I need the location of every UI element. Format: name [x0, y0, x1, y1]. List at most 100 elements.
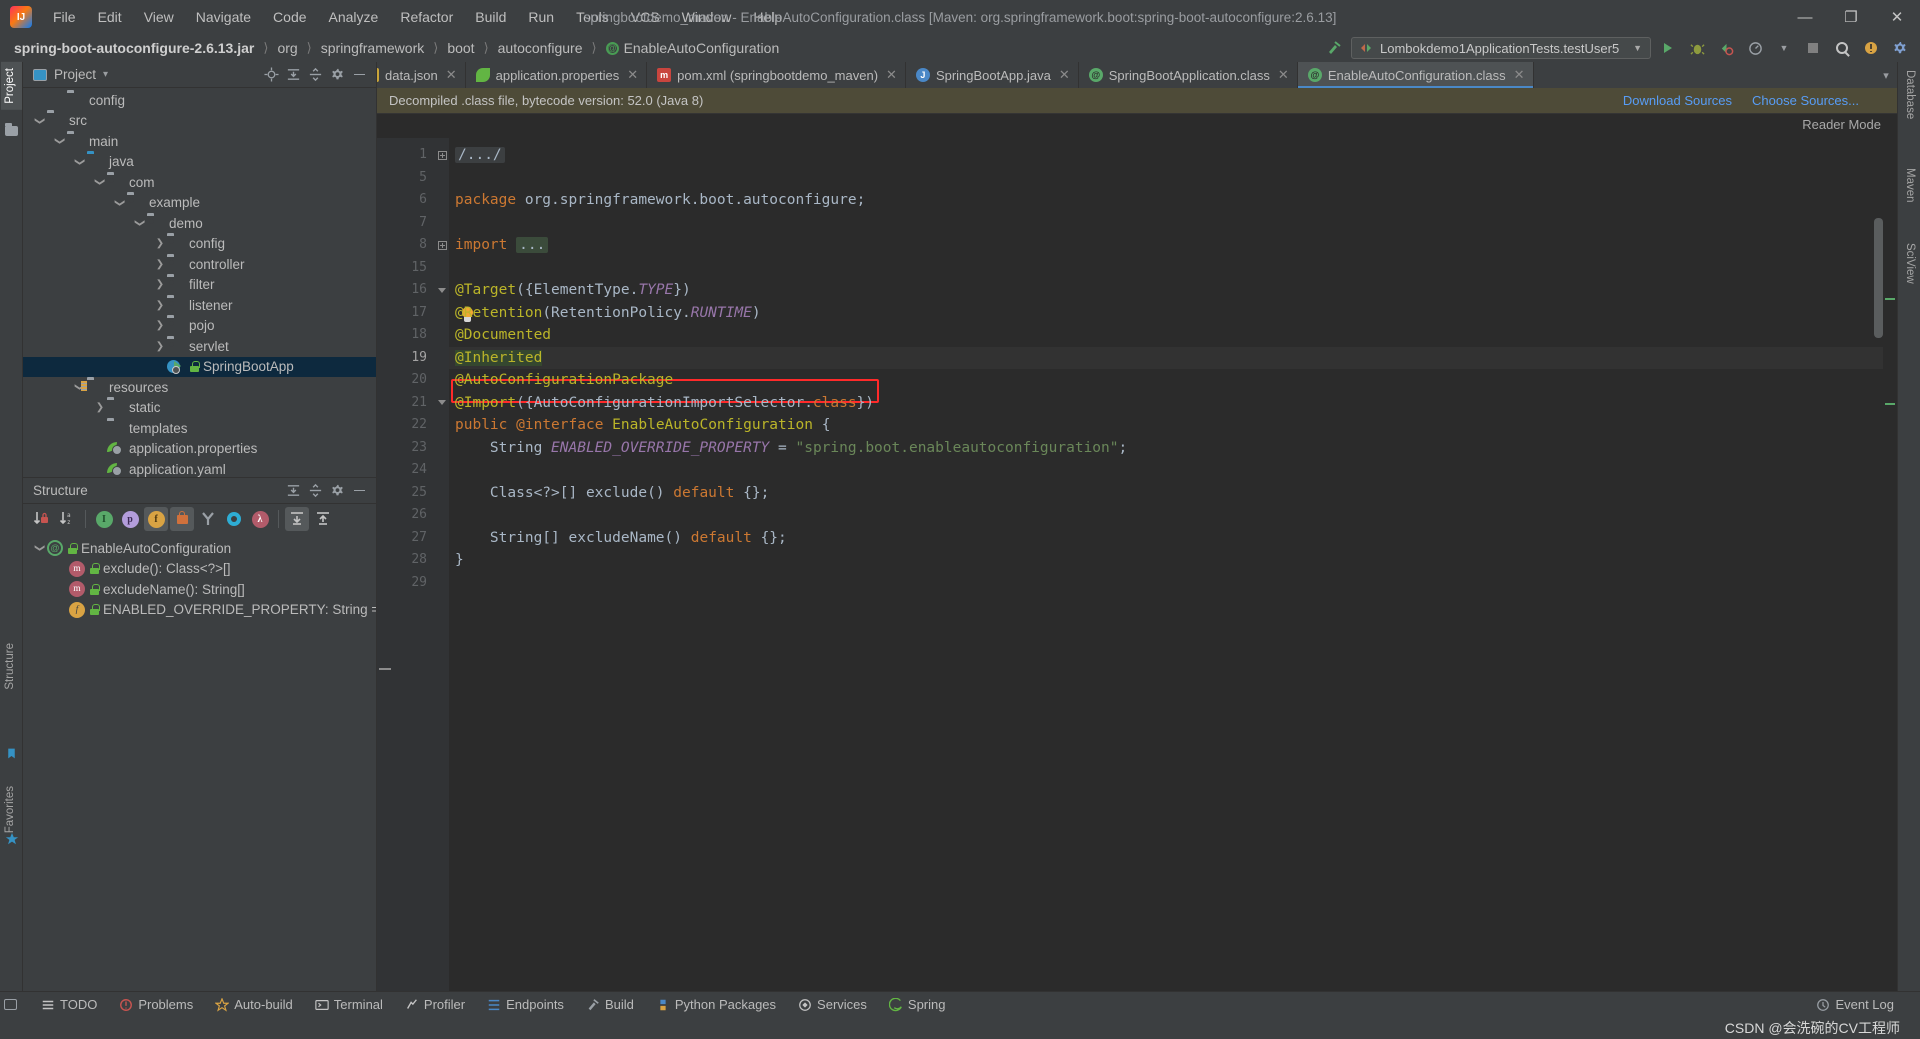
- show-anonymous-icon[interactable]: [196, 507, 220, 531]
- bookmarks-icon[interactable]: [5, 747, 19, 761]
- close-icon[interactable]: ✕: [627, 67, 638, 83]
- close-icon[interactable]: ✕: [1514, 67, 1525, 83]
- tree-node-config[interactable]: config: [23, 90, 376, 111]
- menu-view[interactable]: View: [133, 5, 185, 29]
- menu-code[interactable]: Code: [262, 5, 317, 29]
- menu-refactor[interactable]: Refactor: [389, 5, 464, 29]
- structure-member-tree[interactable]: ❯ @ EnableAutoConfiguration m exclude(): Cla…: [23, 534, 376, 620]
- fold-toggle-icon[interactable]: [435, 279, 449, 302]
- code-line[interactable]: String ENABLED_OVERRIDE_PROPERTY = "spri…: [449, 437, 1897, 460]
- menu-file[interactable]: File: [42, 5, 87, 29]
- sort-by-visibility-icon[interactable]: [29, 507, 53, 531]
- bottom-tab-problems[interactable]: Problems: [108, 994, 204, 1015]
- menu-help[interactable]: Help: [742, 5, 793, 29]
- chevron-right-icon[interactable]: ❯: [153, 298, 167, 312]
- stripe-tab-structure[interactable]: Structure: [1, 637, 22, 696]
- code-line[interactable]: @Import({AutoConfigurationImportSelector…: [449, 392, 1897, 415]
- bottom-tab-todo[interactable]: TODO: [30, 994, 108, 1015]
- tree-node-config[interactable]: ❯ config: [23, 234, 376, 255]
- tree-node-main[interactable]: ❯ main: [23, 131, 376, 152]
- editor-tab-enableautoconfiguration-class[interactable]: @ EnableAutoConfiguration.class ✕: [1297, 62, 1534, 88]
- download-sources-link[interactable]: Download Sources: [1623, 93, 1732, 108]
- menu-navigate[interactable]: Navigate: [185, 5, 262, 29]
- bottom-tab-terminal[interactable]: Terminal: [304, 994, 394, 1015]
- favorites-star-icon[interactable]: [5, 832, 19, 846]
- chevron-down-icon[interactable]: ❯: [133, 216, 147, 230]
- code-editor[interactable]: 1 5 6 7 8 15 16 17 18 19 20 21 22 23 24 25 26 27 28 29 /...…: [377, 138, 1897, 999]
- tab-overflow-chevron-icon[interactable]: ▾: [1875, 62, 1897, 88]
- show-non-public-icon[interactable]: [170, 507, 194, 531]
- settings-gear-icon[interactable]: [326, 480, 348, 502]
- tree-node-static[interactable]: ❯ static: [23, 398, 376, 419]
- code-line[interactable]: import ...: [449, 234, 1897, 257]
- structure-node[interactable]: f ENABLED_OVERRIDE_PROPERTY: String = "sp…: [23, 600, 376, 621]
- close-icon[interactable]: ✕: [446, 67, 457, 83]
- menu-run[interactable]: Run: [517, 5, 565, 29]
- run-with-coverage-button[interactable]: [1714, 36, 1738, 60]
- tree-node-src[interactable]: ❯ src: [23, 111, 376, 132]
- project-files-icon[interactable]: [5, 123, 19, 138]
- collapse-all-icon[interactable]: [304, 480, 326, 502]
- breadcrumb-org[interactable]: org: [277, 40, 297, 56]
- open-file-indicator-icon[interactable]: [4, 999, 20, 1015]
- chevron-right-icon[interactable]: ❯: [153, 339, 167, 353]
- code-line[interactable]: @Documented: [449, 324, 1897, 347]
- expand-all-icon[interactable]: [285, 507, 309, 531]
- chevron-down-icon[interactable]: ❯: [33, 114, 47, 128]
- tree-node-controller[interactable]: ❯ controller: [23, 254, 376, 275]
- code-line[interactable]: @AutoConfigurationPackage: [449, 369, 1897, 392]
- event-log-button[interactable]: Event Log: [1816, 997, 1920, 1012]
- chevron-down-icon[interactable]: ❯: [53, 134, 67, 148]
- show-fields-icon[interactable]: f: [144, 507, 168, 531]
- search-everywhere-button[interactable]: [1830, 36, 1854, 60]
- menu-tools[interactable]: Tools: [565, 5, 620, 29]
- tree-node-filter[interactable]: ❯ filter: [23, 275, 376, 296]
- profile-button[interactable]: [1743, 36, 1767, 60]
- stripe-tab-favorites[interactable]: Favorites: [1, 780, 22, 839]
- code-line[interactable]: [449, 257, 1897, 280]
- show-properties-icon[interactable]: p: [118, 507, 142, 531]
- breadcrumb-boot[interactable]: boot: [447, 40, 474, 56]
- bottom-tab-spring[interactable]: Spring: [878, 994, 957, 1015]
- stripe-tab-sciview[interactable]: SciView: [1898, 237, 1919, 290]
- code-line[interactable]: [449, 212, 1897, 235]
- tree-node-servlet[interactable]: ❯ servlet: [23, 336, 376, 357]
- code-line[interactable]: @Retention(RetentionPolicy.RUNTIME): [449, 302, 1897, 325]
- structure-node[interactable]: m exclude(): Class<?>[]: [23, 559, 376, 580]
- bottom-tab-profiler[interactable]: Profiler: [394, 994, 476, 1015]
- code-line[interactable]: [449, 167, 1897, 190]
- choose-sources-link[interactable]: Choose Sources...: [1752, 93, 1859, 108]
- collapse-marker-icon[interactable]: [379, 668, 391, 670]
- close-icon[interactable]: ✕: [1059, 67, 1070, 83]
- chevron-right-icon[interactable]: ❯: [153, 319, 167, 333]
- editor-tab-application-properties[interactable]: application.properties ✕: [466, 62, 648, 88]
- tree-node-com[interactable]: ❯ com: [23, 172, 376, 193]
- bottom-tab-python-packages[interactable]: Python Packages: [645, 994, 787, 1015]
- stripe-tab-database[interactable]: Database: [1898, 64, 1919, 125]
- hide-panel-icon[interactable]: [348, 480, 370, 502]
- stripe-tab-maven[interactable]: Maven: [1898, 162, 1919, 209]
- editor-tab-pom-xml--springbootdemo-maven-[interactable]: m pom.xml (springbootdemo_maven) ✕: [647, 62, 906, 88]
- chevron-down-icon[interactable]: ▾: [103, 69, 108, 80]
- stripe-tab-project[interactable]: Project: [1, 62, 22, 110]
- fold-toggle-icon[interactable]: [435, 392, 449, 415]
- breadcrumb-jar[interactable]: spring-boot-autoconfigure-2.6.13.jar: [14, 40, 254, 56]
- code-text[interactable]: /.../ package org.springframework.boot.a…: [449, 138, 1897, 999]
- tree-node-example[interactable]: ❯ example: [23, 193, 376, 214]
- sort-alphabetically-icon[interactable]: az: [55, 507, 79, 531]
- code-folding-gutter[interactable]: [435, 138, 449, 999]
- close-icon[interactable]: ✕: [1278, 67, 1289, 83]
- show-lambdas-icon[interactable]: λ: [248, 507, 272, 531]
- menu-window[interactable]: Window: [671, 5, 743, 29]
- editor-tab-data-json[interactable]: data.json ✕: [377, 62, 466, 88]
- tree-node-pojo[interactable]: ❯ pojo: [23, 316, 376, 337]
- locate-icon[interactable]: [260, 64, 282, 86]
- code-line[interactable]: [449, 459, 1897, 482]
- bottom-tab-build[interactable]: Build: [575, 994, 645, 1015]
- bottom-tab-endpoints[interactable]: Endpoints: [476, 994, 575, 1015]
- settings-gear-icon[interactable]: [1888, 36, 1912, 60]
- code-line[interactable]: public @interface EnableAutoConfiguratio…: [449, 414, 1897, 437]
- stop-button[interactable]: [1801, 36, 1825, 60]
- updates-button[interactable]: [1859, 36, 1883, 60]
- chevron-right-icon[interactable]: ❯: [93, 401, 107, 415]
